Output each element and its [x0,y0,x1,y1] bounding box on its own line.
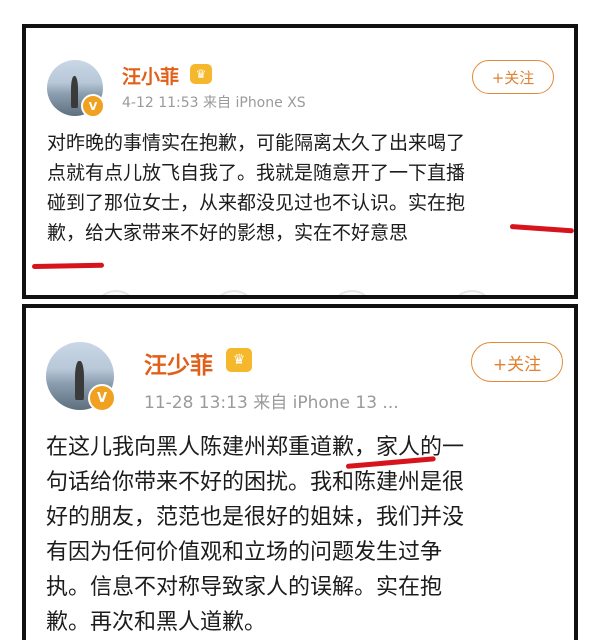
avatar[interactable]: V [46,342,116,412]
weibo-post-2: V 汪少菲 ♛ 11-28 13:13 来自 iPhone 13 ... +关注… [22,304,578,640]
avatar-figure [70,75,79,109]
post-line: 对昨晚的事情实在抱歉，可能隔离太久了出来喝了 [47,132,466,154]
vip-crown-icon: ♛ [226,348,252,372]
username[interactable]: 汪小菲 [122,62,179,89]
follow-button[interactable]: +关注 [472,60,554,94]
post-line: 碰到了那位女士，从来都没见过也不认识。实在抱 [47,192,466,214]
post-timestamp: 4-12 11:53 [122,95,199,111]
vip-crown-icon: ♛ [190,64,212,84]
post-line: 好的朋友，范范也是很好的姐妹，我们并没 [46,505,465,530]
verified-v-icon: V [88,384,116,412]
repost-icon[interactable] [94,290,138,295]
share-icon[interactable] [450,290,494,295]
post-line: 句话给你带来不好的困扰。我和陈建州是很 [46,470,465,495]
post-line: 点就有点儿放飞自我了。我就是随意开了一下直播 [47,162,466,184]
comment-icon[interactable] [212,290,256,295]
avatar-figure [74,361,85,401]
post-meta: 4-12 11:53 来自 iPhone XS [122,92,306,112]
username[interactable]: 汪少菲 [144,346,213,380]
post-body: 对昨晚的事情实在抱歉，可能隔离太久了出来喝了 点就有点儿放飞自我了。我就是随意开… [47,128,465,248]
follow-button[interactable]: +关注 [471,342,563,382]
post-line: 执。信息不对称导致家人的误解。实在抱 [46,575,443,600]
post-source: 来自 iPhone 13 ... [253,393,399,413]
verified-v-icon: V [81,94,105,118]
avatar[interactable]: V [47,60,105,118]
post-line: 歉。再次和黑人道歉。 [46,610,267,635]
post-meta: 11-28 13:13 来自 iPhone 13 ... [144,388,399,413]
post-line: 有因为任何价值观和立场的问题发生过争 [46,540,443,565]
post-line: 歉，给大家带来不好的影想，实在不好意思 [47,222,409,244]
like-icon[interactable] [330,290,374,295]
post-timestamp: 11-28 13:13 [144,393,248,413]
weibo-post-1: V 汪小菲 ♛ 4-12 11:53 来自 iPhone XS +关注 对昨晚的… [22,24,578,299]
post-source: 来自 iPhone XS [203,95,306,111]
red-highlight-underline [509,224,574,234]
red-highlight-underline [31,262,105,269]
